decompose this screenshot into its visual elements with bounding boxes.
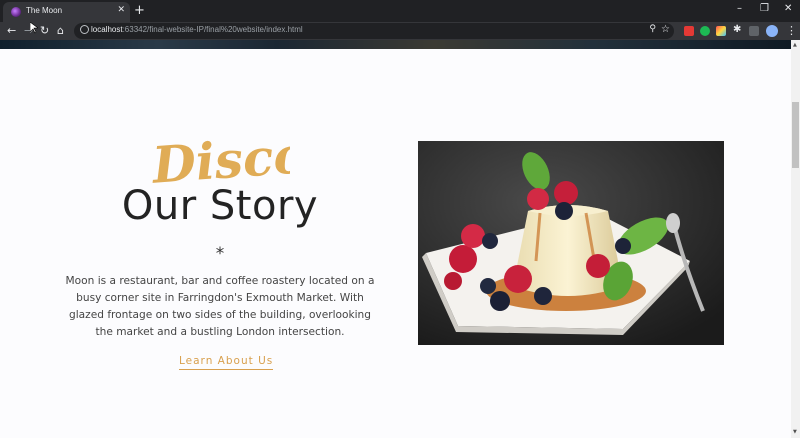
site-favicon-icon bbox=[11, 7, 21, 17]
tab-close-icon[interactable]: ✕ bbox=[117, 5, 125, 15]
scroll-down-icon[interactable]: ▼ bbox=[793, 429, 797, 435]
extension-grey-icon[interactable] bbox=[749, 26, 759, 36]
reload-icon[interactable]: ↻ bbox=[40, 23, 49, 39]
extensions-puzzle-icon[interactable]: ✱ bbox=[733, 24, 743, 35]
url-host: localhost bbox=[91, 25, 123, 34]
browser-menu-icon[interactable]: ⋮ bbox=[786, 24, 797, 38]
url-path: :63342/final-website-IP/final%20website/… bbox=[122, 25, 303, 34]
close-window-button[interactable]: ✕ bbox=[784, 3, 792, 14]
url-text[interactable]: localhost:63342/final-website-IP/final%2… bbox=[91, 25, 303, 34]
browser-tab[interactable]: The Moon ✕ bbox=[3, 2, 130, 22]
mouse-cursor-icon bbox=[30, 22, 38, 34]
tab-title: The Moon bbox=[26, 6, 63, 15]
our-story-heading: Our Story bbox=[121, 183, 319, 229]
restore-button[interactable]: ❐ bbox=[760, 3, 769, 14]
browser-tab-bar: The Moon ✕ + – ❐ ✕ bbox=[0, 0, 800, 22]
extension-red-icon[interactable] bbox=[684, 26, 694, 36]
extension-green-icon[interactable] bbox=[700, 26, 710, 36]
learn-about-us-link[interactable]: Learn About Us bbox=[179, 355, 274, 370]
dessert-photo bbox=[418, 141, 724, 345]
address-bar[interactable]: localhost:63342/final-website-IP/final%2… bbox=[74, 23, 674, 39]
site-info-icon[interactable] bbox=[80, 25, 89, 34]
hero-image-strip bbox=[0, 40, 791, 49]
divider-asterisk: * bbox=[215, 244, 225, 264]
story-paragraph: Moon is a restaurant, bar and coffee roa… bbox=[65, 275, 375, 338]
browser-toolbar: ← → ↻ ⌂ localhost:63342/final-website-IP… bbox=[0, 22, 800, 40]
back-icon[interactable]: ← bbox=[7, 23, 16, 39]
home-icon[interactable]: ⌂ bbox=[57, 23, 64, 39]
new-tab-button[interactable]: + bbox=[134, 2, 145, 20]
minimize-button[interactable]: – bbox=[737, 3, 742, 14]
extension-colorful-icon[interactable] bbox=[716, 26, 726, 36]
bookmark-star-icon[interactable]: ☆ bbox=[661, 24, 670, 35]
scroll-up-icon[interactable]: ▲ bbox=[793, 42, 797, 48]
profile-avatar[interactable] bbox=[766, 25, 778, 37]
scrollbar-thumb[interactable] bbox=[792, 102, 799, 168]
zoom-icon[interactable]: ⚲ bbox=[649, 24, 656, 34]
page-scrollbar[interactable] bbox=[791, 40, 800, 438]
